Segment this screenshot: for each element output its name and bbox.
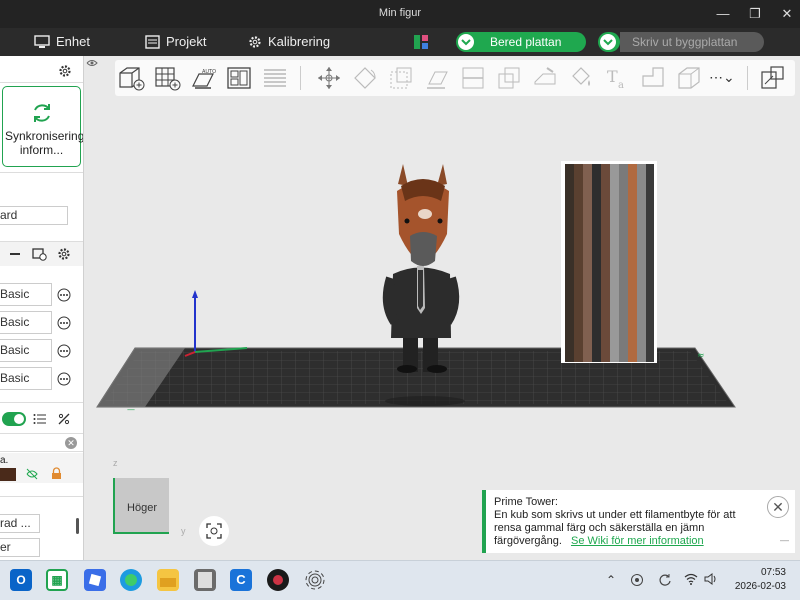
window-title: Min figur xyxy=(378,7,422,19)
tab-project[interactable]: Projekt xyxy=(145,28,206,56)
title-bar: Min figur — ❐ ✕ xyxy=(0,0,800,28)
print-dropdown-button[interactable] xyxy=(598,32,620,52)
divider xyxy=(0,82,83,83)
color-swatch[interactable] xyxy=(0,468,16,481)
camera-focus-icon xyxy=(206,523,222,539)
scrollbar[interactable] xyxy=(76,518,79,534)
close-button[interactable]: ✕ xyxy=(770,0,800,28)
gear-icon xyxy=(249,36,261,48)
prepare-plate-label: Bered plattan xyxy=(490,35,562,49)
3d-viewport[interactable]: AUTO Ta ⋯⌄ ≈ — Höger z y Prime Tower: En… xyxy=(85,56,800,560)
svg-text:—: — xyxy=(127,405,135,414)
plate-row: a. xyxy=(0,453,83,483)
wifi-icon[interactable] xyxy=(684,573,698,585)
setting-field-rad[interactable]: rad ... xyxy=(0,514,40,533)
sync-info-label: Synkroniserings inform... xyxy=(5,129,84,157)
left-sidebar: Synkroniserings inform... ard Basic Basi… xyxy=(0,56,84,560)
filament-sync-icon[interactable] xyxy=(32,247,47,261)
filament-slot-2[interactable]: Basic xyxy=(0,311,52,334)
more-options-icon[interactable] xyxy=(57,316,71,330)
view-cube[interactable]: Höger xyxy=(113,478,169,534)
tab-project-label: Projekt xyxy=(166,34,207,49)
tab-calibration[interactable]: Kalibrering xyxy=(248,28,330,56)
divider xyxy=(0,402,83,403)
device-icon xyxy=(34,35,50,48)
cast-icon[interactable] xyxy=(304,569,326,591)
c-app-icon[interactable]: C xyxy=(230,569,252,591)
clock-date: 2026-02-03 xyxy=(734,581,786,592)
media-app-icon[interactable] xyxy=(267,569,289,591)
project-icon xyxy=(145,35,160,49)
restore-button[interactable]: ❐ xyxy=(738,0,772,28)
chevron-down-icon[interactable] xyxy=(600,34,616,50)
taskbar: O ▦ C ⌃ 07:53 2026-02-03 xyxy=(0,560,800,600)
clear-icon[interactable]: ✕ xyxy=(65,437,77,449)
list-icon[interactable] xyxy=(33,413,47,425)
plate-label: a. xyxy=(0,455,9,466)
edge-icon[interactable] xyxy=(120,569,142,591)
file-explorer-icon[interactable] xyxy=(157,569,179,591)
minus-icon[interactable] xyxy=(10,253,20,255)
axis-y-label: y xyxy=(181,526,186,536)
fit-view-button[interactable] xyxy=(199,516,229,546)
outlook-icon[interactable]: O xyxy=(10,569,32,591)
scene-render: ≈ — xyxy=(96,161,736,414)
filament-header xyxy=(0,242,83,266)
chevron-down-icon[interactable] xyxy=(458,34,474,50)
prepare-plate-button[interactable]: Bered plattan xyxy=(456,32,586,52)
filament-slot-1[interactable]: Basic xyxy=(0,283,52,306)
sync-info-button[interactable]: Synkroniserings inform... xyxy=(2,86,84,167)
bambu-studio-icon[interactable]: ▦ xyxy=(46,569,68,591)
minimize-button[interactable]: — xyxy=(706,0,740,28)
sync-icon xyxy=(34,104,50,122)
settings-gear-icon[interactable] xyxy=(58,64,72,78)
print-plate-label: Skriv ut byggplattan xyxy=(632,35,738,49)
filament-slot-4[interactable]: Basic xyxy=(0,367,52,390)
volume-icon[interactable] xyxy=(704,573,718,585)
notification-title: Prime Tower: xyxy=(494,496,558,508)
close-icon[interactable]: ✕ xyxy=(767,496,789,518)
more-options-icon[interactable] xyxy=(57,344,71,358)
search-row[interactable]: ✕ xyxy=(0,434,83,452)
print-plate-button[interactable]: Skriv ut byggplattan xyxy=(620,32,764,52)
clock[interactable]: 07:53 2026-02-03 xyxy=(722,566,786,594)
clock-time: 07:53 xyxy=(760,567,786,578)
multicolor-icon[interactable] xyxy=(414,35,428,49)
svg-text:≈: ≈ xyxy=(697,351,705,361)
resize-handle[interactable]: — xyxy=(780,534,789,547)
menu-bar: Enhet Projekt Kalibrering Bered plattan … xyxy=(0,28,800,56)
more-options-icon[interactable] xyxy=(57,372,71,386)
preset-field[interactable]: ard xyxy=(0,206,68,225)
calculator-icon[interactable] xyxy=(194,569,216,591)
divider xyxy=(0,172,83,173)
percent-icon[interactable] xyxy=(57,412,71,426)
chevron-up-icon[interactable]: ⌃ xyxy=(606,573,616,587)
tab-device-label: Enhet xyxy=(56,34,90,49)
lock-icon[interactable] xyxy=(51,467,62,480)
tab-calibration-label: Kalibrering xyxy=(268,34,331,49)
tray-app-icon[interactable] xyxy=(630,573,644,587)
gear-icon[interactable] xyxy=(57,247,71,261)
more-options-icon[interactable] xyxy=(57,288,71,302)
sync-tray-icon[interactable] xyxy=(658,573,672,587)
eye-icon[interactable] xyxy=(26,468,38,480)
filament-slot-3[interactable]: Basic xyxy=(0,339,52,362)
divider xyxy=(0,496,83,497)
tab-device[interactable]: Enhet xyxy=(34,28,90,56)
toggle-switch[interactable] xyxy=(2,412,26,426)
setting-field-er[interactable]: er xyxy=(0,538,40,557)
prime-tower-notification: Prime Tower: En kub som skrivs ut under … xyxy=(482,490,795,553)
roblox-icon[interactable] xyxy=(84,569,106,591)
axis-z-label: z xyxy=(113,458,118,468)
view-cube-label: Höger xyxy=(127,502,157,514)
wiki-link[interactable]: Se Wiki för mer information xyxy=(571,535,704,548)
